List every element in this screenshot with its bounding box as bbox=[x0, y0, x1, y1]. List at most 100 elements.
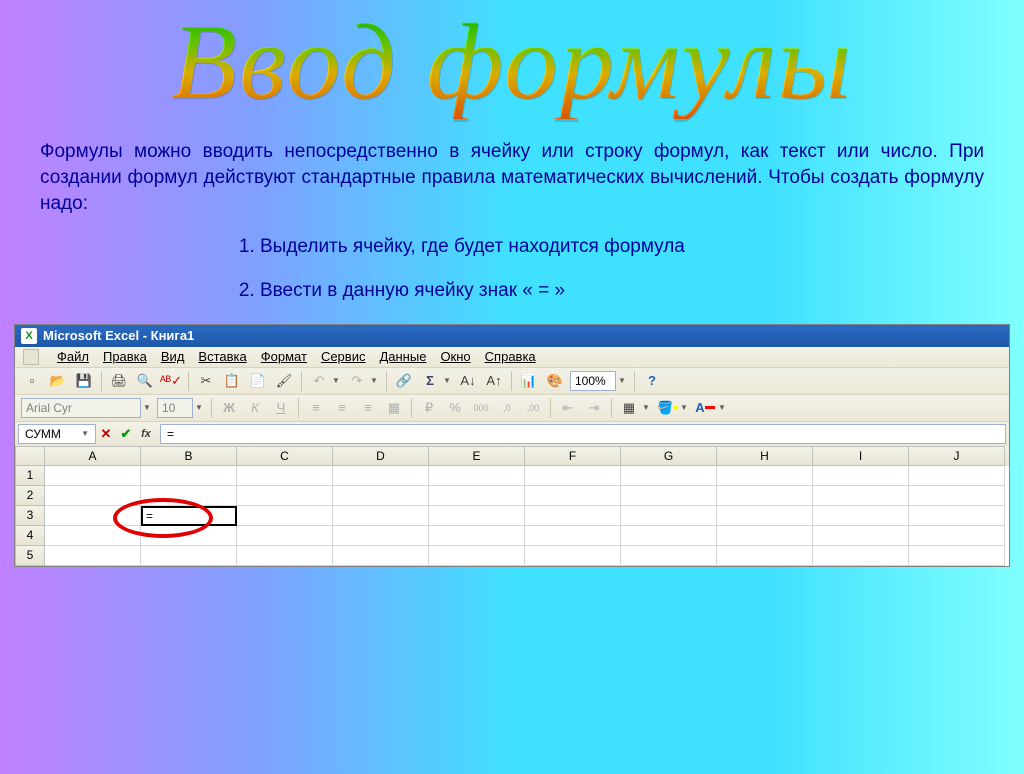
menu-data[interactable]: Данные bbox=[379, 349, 426, 364]
cell-G3[interactable] bbox=[621, 506, 717, 526]
menu-edit[interactable]: Правка bbox=[103, 349, 147, 364]
italic-button[interactable]: К bbox=[244, 397, 266, 419]
cell-J1[interactable] bbox=[909, 466, 1005, 486]
menu-tools[interactable]: Сервис bbox=[321, 349, 366, 364]
cell-E2[interactable] bbox=[429, 486, 525, 506]
row-header-3[interactable]: 3 bbox=[15, 506, 45, 526]
cell-A1[interactable] bbox=[45, 466, 141, 486]
increase-decimal-button[interactable]: ,0 bbox=[496, 397, 518, 419]
cell-B4[interactable] bbox=[141, 526, 237, 546]
col-header-B[interactable]: B bbox=[141, 446, 237, 466]
underline-button[interactable]: Ч bbox=[270, 397, 292, 419]
cell-C3[interactable] bbox=[237, 506, 333, 526]
col-header-H[interactable]: H bbox=[717, 446, 813, 466]
redo-button[interactable]: ↷ bbox=[346, 370, 368, 392]
cell-A2[interactable] bbox=[45, 486, 141, 506]
col-header-E[interactable]: E bbox=[429, 446, 525, 466]
cell-E3[interactable] bbox=[429, 506, 525, 526]
decrease-indent-button[interactable]: ⇤ bbox=[557, 397, 579, 419]
cell-D2[interactable] bbox=[333, 486, 429, 506]
spellcheck-button[interactable]: ᴬᴮ✓ bbox=[160, 370, 182, 392]
cell-C4[interactable] bbox=[237, 526, 333, 546]
paste-button[interactable]: 📄 bbox=[247, 370, 269, 392]
cell-I5[interactable] bbox=[813, 546, 909, 566]
cell-B2[interactable] bbox=[141, 486, 237, 506]
format-painter-button[interactable]: 🖌 bbox=[273, 370, 295, 392]
hyperlink-button[interactable]: 🔗 bbox=[393, 370, 415, 392]
cell-C2[interactable] bbox=[237, 486, 333, 506]
cell-I4[interactable] bbox=[813, 526, 909, 546]
comma-button[interactable]: 000 bbox=[470, 397, 492, 419]
font-size-input[interactable] bbox=[157, 398, 193, 418]
menu-insert[interactable]: Вставка bbox=[198, 349, 246, 364]
cell-F2[interactable] bbox=[525, 486, 621, 506]
new-doc-button[interactable]: ▫ bbox=[21, 370, 43, 392]
print-button[interactable]: 🖨 bbox=[108, 370, 130, 392]
save-button[interactable]: 💾 bbox=[73, 370, 95, 392]
cell-C1[interactable] bbox=[237, 466, 333, 486]
cell-D5[interactable] bbox=[333, 546, 429, 566]
cell-J5[interactable] bbox=[909, 546, 1005, 566]
increase-indent-button[interactable]: ⇥ bbox=[583, 397, 605, 419]
cell-H5[interactable] bbox=[717, 546, 813, 566]
drawing-button[interactable]: 🎨 bbox=[544, 370, 566, 392]
copy-button[interactable]: 📋 bbox=[221, 370, 243, 392]
name-box[interactable]: СУММ ▼ bbox=[18, 424, 96, 444]
row-header-4[interactable]: 4 bbox=[15, 526, 45, 546]
align-center-button[interactable]: ≡ bbox=[331, 397, 353, 419]
cell-F4[interactable] bbox=[525, 526, 621, 546]
cell-B5[interactable] bbox=[141, 546, 237, 566]
cell-D4[interactable] bbox=[333, 526, 429, 546]
col-header-D[interactable]: D bbox=[333, 446, 429, 466]
col-header-J[interactable]: J bbox=[909, 446, 1005, 466]
cell-H1[interactable] bbox=[717, 466, 813, 486]
cell-A5[interactable] bbox=[45, 546, 141, 566]
cell-F5[interactable] bbox=[525, 546, 621, 566]
row-header-2[interactable]: 2 bbox=[15, 486, 45, 506]
select-all-corner[interactable] bbox=[15, 446, 45, 466]
font-name-input[interactable] bbox=[21, 398, 141, 418]
cell-J2[interactable] bbox=[909, 486, 1005, 506]
open-button[interactable]: 📂 bbox=[47, 370, 69, 392]
cell-E4[interactable] bbox=[429, 526, 525, 546]
row-header-1[interactable]: 1 bbox=[15, 466, 45, 486]
menu-format[interactable]: Формат bbox=[261, 349, 307, 364]
col-header-F[interactable]: F bbox=[525, 446, 621, 466]
borders-button[interactable]: ▦ bbox=[618, 397, 640, 419]
percent-button[interactable]: % bbox=[444, 397, 466, 419]
merge-center-button[interactable]: ▦ bbox=[383, 397, 405, 419]
menu-file[interactable]: Файл bbox=[57, 349, 89, 364]
menu-window[interactable]: Окно bbox=[440, 349, 470, 364]
cell-I2[interactable] bbox=[813, 486, 909, 506]
cell-I3[interactable] bbox=[813, 506, 909, 526]
cell-F1[interactable] bbox=[525, 466, 621, 486]
cell-B1[interactable] bbox=[141, 466, 237, 486]
currency-button[interactable]: ₽ bbox=[418, 397, 440, 419]
cell-E5[interactable] bbox=[429, 546, 525, 566]
fx-button[interactable]: fx bbox=[137, 425, 155, 443]
col-header-C[interactable]: C bbox=[237, 446, 333, 466]
cell-D1[interactable] bbox=[333, 466, 429, 486]
align-left-button[interactable]: ≡ bbox=[305, 397, 327, 419]
cell-C5[interactable] bbox=[237, 546, 333, 566]
sort-desc-button[interactable]: A↑ bbox=[483, 370, 505, 392]
font-color-button[interactable]: A bbox=[694, 397, 716, 419]
cell-H4[interactable] bbox=[717, 526, 813, 546]
col-header-A[interactable]: A bbox=[45, 446, 141, 466]
print-preview-button[interactable]: 🔍 bbox=[134, 370, 156, 392]
cell-A3[interactable] bbox=[45, 506, 141, 526]
col-header-G[interactable]: G bbox=[621, 446, 717, 466]
cell-D3[interactable] bbox=[333, 506, 429, 526]
cell-G4[interactable] bbox=[621, 526, 717, 546]
sort-asc-button[interactable]: A↓ bbox=[457, 370, 479, 392]
cell-J3[interactable] bbox=[909, 506, 1005, 526]
chart-button[interactable]: 📊 bbox=[518, 370, 540, 392]
help-button[interactable]: ? bbox=[641, 370, 663, 392]
cell-I1[interactable] bbox=[813, 466, 909, 486]
cell-E1[interactable] bbox=[429, 466, 525, 486]
decrease-decimal-button[interactable]: ,00 bbox=[522, 397, 544, 419]
cancel-button[interactable]: ✕ bbox=[97, 425, 115, 443]
cell-H3[interactable] bbox=[717, 506, 813, 526]
cell-J4[interactable] bbox=[909, 526, 1005, 546]
cell-G1[interactable] bbox=[621, 466, 717, 486]
